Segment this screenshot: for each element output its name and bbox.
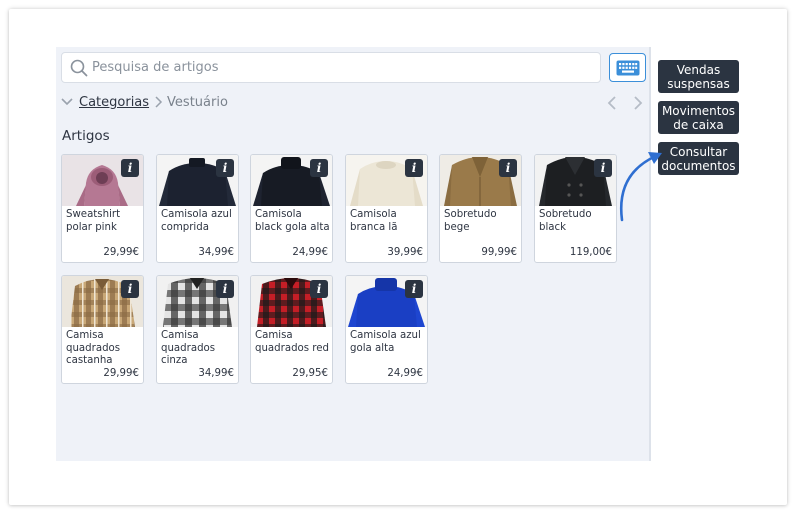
product-card[interactable]: i Sweatshirt polar pink 29,99€ (61, 154, 144, 263)
chevron-down-icon[interactable] (61, 97, 73, 107)
product-price: 34,99€ (198, 368, 234, 379)
consult-documents-button[interactable]: Consultar documentos (658, 142, 739, 175)
curved-arrow-icon (619, 152, 662, 222)
product-price: 39,99€ (387, 247, 423, 258)
chevron-right-icon (155, 96, 163, 108)
info-icon[interactable]: i (405, 280, 423, 298)
product-card[interactable]: i Camisola branca lã 39,99€ (345, 154, 428, 263)
section-title: Artigos (62, 128, 110, 144)
product-card[interactable]: i Camisa quadrados castanha 29,99€ (61, 275, 144, 384)
breadcrumb-categories-link[interactable]: Categorias (79, 95, 149, 110)
product-card[interactable]: i Sobretudo black 119,00€ (534, 154, 617, 263)
product-name: Camisola black gola alta (255, 209, 330, 233)
product-price: 34,99€ (198, 247, 234, 258)
product-name: Camisola azul gola alta (350, 330, 421, 354)
search-input[interactable] (92, 56, 592, 79)
breadcrumb: Categorias Vestuário (61, 93, 228, 111)
product-name: Camisa quadrados red (255, 330, 330, 354)
suspended-sales-button[interactable]: Vendas suspensas (658, 60, 739, 93)
info-icon[interactable]: i (216, 280, 234, 298)
product-price: 119,00€ (569, 247, 612, 258)
info-icon[interactable]: i (310, 280, 328, 298)
product-name: Sobretudo black (539, 209, 592, 233)
product-name: Sobretudo bege (444, 209, 497, 233)
panel-divider (649, 47, 651, 461)
info-icon[interactable]: i (121, 159, 139, 177)
info-icon[interactable]: i (121, 280, 139, 298)
product-price: 29,99€ (103, 247, 139, 258)
breadcrumb-current: Vestuário (167, 94, 228, 110)
product-price: 24,99€ (292, 247, 328, 258)
product-price: 99,99€ (481, 247, 517, 258)
product-card[interactable]: i Camisola azul gola alta 24,99€ (345, 275, 428, 384)
keyboard-icon (616, 60, 639, 75)
info-icon[interactable]: i (405, 159, 423, 177)
product-card[interactable]: i Sobretudo bege 99,99€ (439, 154, 522, 263)
search-bar (61, 52, 601, 83)
product-card[interactable]: i Camisola azul comprida 34,99€ (156, 154, 239, 263)
product-price: 29,99€ (103, 368, 139, 379)
product-card[interactable]: i Camisa quadrados cinza 34,99€ (156, 275, 239, 384)
product-name: Camisa quadrados cinza (161, 330, 216, 366)
product-price: 29,95€ (292, 368, 328, 379)
next-page-button[interactable] (632, 95, 644, 111)
product-card[interactable]: i Camisola black gola alta 24,99€ (250, 154, 333, 263)
info-icon[interactable]: i (499, 159, 517, 177)
product-card[interactable]: i Camisa quadrados red 29,95€ (250, 275, 333, 384)
product-name: Sweatshirt polar pink (66, 209, 121, 233)
product-name: Camisola branca lã (350, 209, 398, 233)
product-name: Camisa quadrados castanha (66, 330, 121, 366)
keyboard-button[interactable] (609, 53, 646, 82)
product-price: 24,99€ (387, 368, 423, 379)
info-icon[interactable]: i (310, 159, 328, 177)
info-icon[interactable]: i (594, 159, 612, 177)
info-icon[interactable]: i (216, 159, 234, 177)
previous-page-button[interactable] (606, 95, 618, 111)
cash-movements-button[interactable]: Movimentos de caixa (658, 101, 739, 134)
product-name: Camisola azul comprida (161, 209, 232, 233)
search-icon (70, 59, 88, 77)
